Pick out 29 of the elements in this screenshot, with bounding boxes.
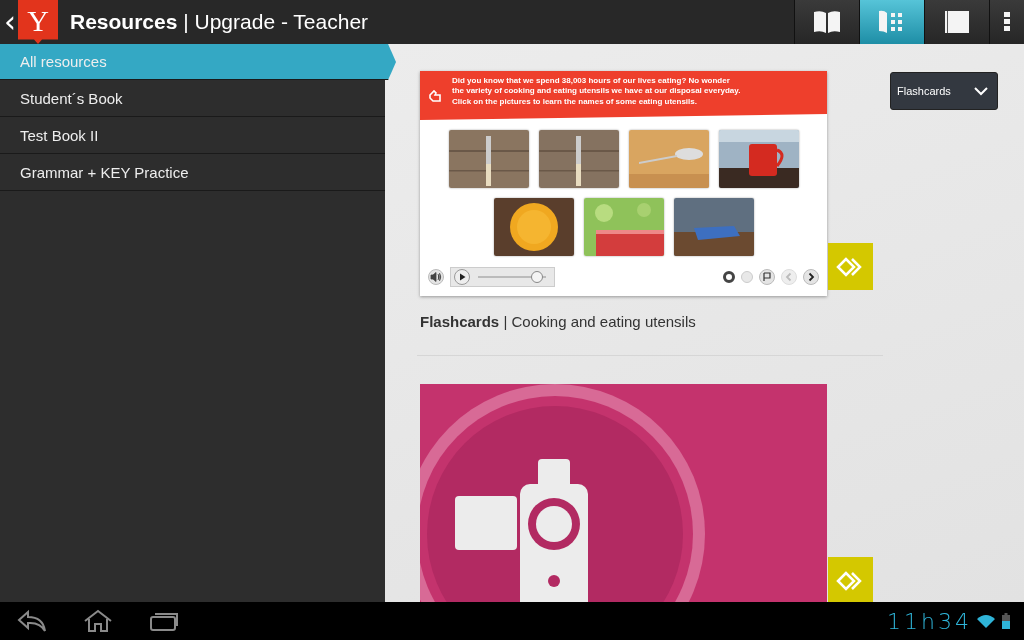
pointing-hand-icon [428, 88, 442, 103]
page-icon [942, 9, 972, 35]
wifi-icon [976, 613, 996, 629]
sidebar-item[interactable]: Grammar + KEY Practice [0, 154, 385, 191]
page-dot[interactable] [723, 271, 735, 283]
audio-slider[interactable] [478, 271, 546, 283]
slider-thumb[interactable] [531, 271, 544, 283]
next-icon[interactable] [803, 269, 819, 285]
menu-button[interactable] [989, 0, 1024, 44]
sidebar-item[interactable]: Student´s Book [0, 80, 385, 117]
battery-icon [1002, 613, 1010, 629]
page-button[interactable] [924, 0, 989, 44]
flag-icon[interactable] [759, 269, 775, 285]
resource-caption: Flashcards | Cooking and eating utensils [420, 313, 697, 330]
open-book-icon [812, 9, 842, 35]
instruction-text: Did you know that we spend 38,003 hours of our lives eating? No wonder the variety of cooking and eating utensils we have at our disposal everyday. Click on the pictures to learn the names of some eating utensils. [452, 75, 741, 108]
overflow-menu-icon [1003, 11, 1011, 33]
book-button[interactable] [794, 0, 859, 44]
clock: 11h34 [887, 608, 972, 634]
app-logo[interactable]: Y [18, 0, 58, 44]
play-button[interactable] [454, 269, 470, 285]
back-icon[interactable] [16, 609, 48, 633]
back-icon[interactable]: ‹ [2, 7, 18, 37]
volume-icon[interactable] [428, 269, 444, 285]
filter-dropdown[interactable]: Flashcards [890, 72, 998, 110]
sidebar-item[interactable]: Test Book II [0, 117, 385, 154]
home-icon[interactable] [82, 609, 114, 633]
screen-title: Resources | Upgrade - Teacher [70, 10, 370, 34]
chevron-down-icon [974, 86, 988, 96]
